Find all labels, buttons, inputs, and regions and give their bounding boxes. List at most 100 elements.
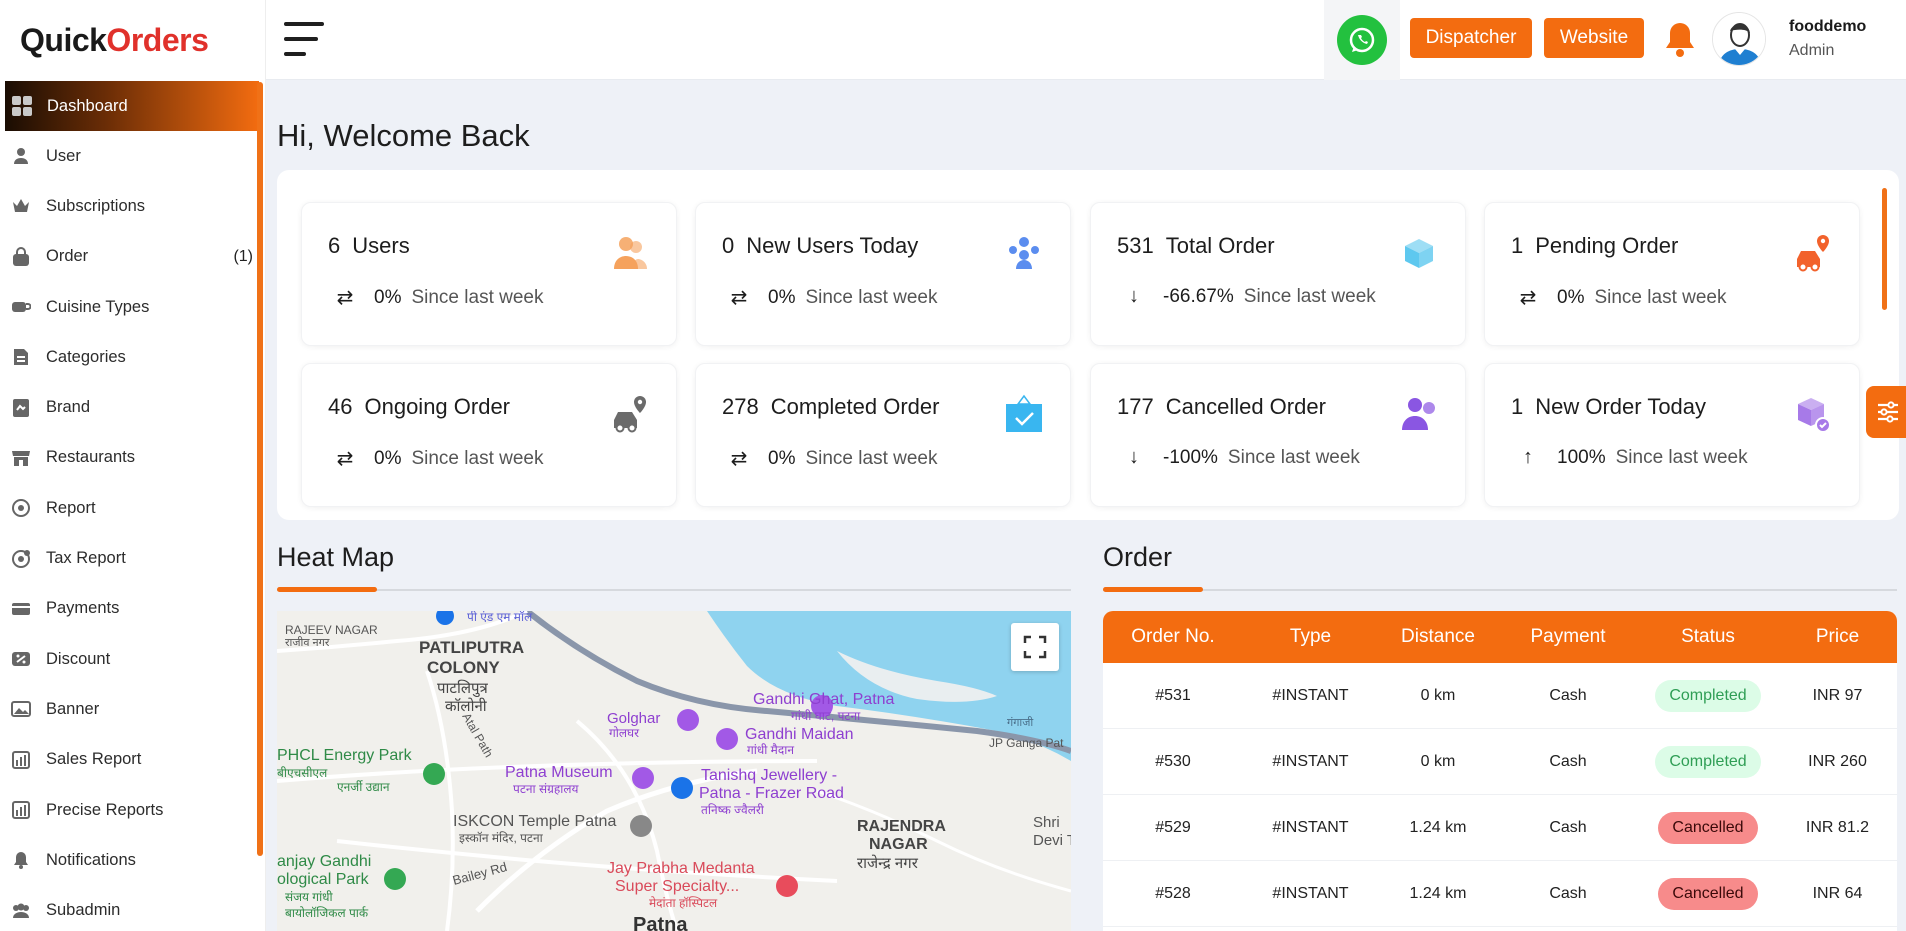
sidebar-item-subscriptions[interactable]: Subscriptions (0, 181, 265, 231)
sidebar-item-payments[interactable]: Payments (0, 584, 265, 634)
cell-no: #530 (1155, 752, 1191, 770)
map-label: PHCL Energy Park (277, 747, 412, 764)
check-box-icon (1004, 394, 1044, 434)
stat-trend: ⇄ 0% Since last week (728, 446, 938, 471)
table-row[interactable]: #529 #INSTANT 1.24 km Cash Cancelled INR 81.2 (1103, 795, 1897, 861)
sidebar-item-cuisine-types[interactable]: Cuisine Types (0, 282, 265, 332)
sidebar-item-label: Cuisine Types (46, 297, 150, 316)
map-label: NAGAR (869, 836, 928, 853)
sidebar-item-order[interactable]: Order (1) (0, 232, 265, 282)
map-label: Devi Ten (1033, 832, 1071, 849)
website-button[interactable]: Website (1544, 18, 1644, 58)
stat-value: 1 (1511, 233, 1524, 258)
sidebar-item-restaurants[interactable]: Restaurants (0, 433, 265, 483)
avatar[interactable] (1712, 12, 1766, 66)
sidebar-item-label: Restaurants (46, 448, 135, 467)
stat-card[interactable]: 177 Cancelled Order ↓ -100% Since last we… (1090, 363, 1466, 507)
map-label: पी एंड एम मॉल (467, 611, 533, 624)
trend-since: Since last week (411, 286, 544, 308)
users-group-icon (10, 900, 32, 922)
sidebar-item-user[interactable]: User (0, 131, 265, 181)
sidebar-item-discount[interactable]: Discount (0, 634, 265, 684)
map-label: Jay Prabha Medanta (607, 860, 755, 877)
categories-icon (10, 346, 32, 368)
column-header[interactable]: Payment (1498, 626, 1638, 648)
menu-toggle-icon[interactable] (284, 22, 324, 56)
sidebar-item-label: Notifications (46, 850, 136, 869)
stat-card[interactable]: 46 Ongoing Order ⇄ 0% Since last week (301, 363, 677, 507)
fullscreen-icon[interactable] (1011, 623, 1059, 671)
dispatcher-button[interactable]: Dispatcher (1410, 18, 1532, 58)
trend-percent: -66.67% (1163, 285, 1234, 307)
box-icon (1399, 233, 1439, 273)
cell-type: #INSTANT (1272, 752, 1349, 770)
map-label: इस्कॉन मंदिर, पटना (459, 831, 543, 845)
column-header[interactable]: Order No. (1103, 626, 1243, 648)
stat-card-title: 278 Completed Order (722, 394, 939, 420)
sidebar-item-precise-reports[interactable]: Precise Reports (0, 785, 265, 835)
column-header[interactable]: Status (1638, 626, 1778, 648)
map-label: बीएचसीएल (277, 766, 328, 780)
stat-trend: ↑ 100% Since last week (1517, 446, 1748, 469)
stat-card[interactable]: 1 Pending Order ⇄ 0% Since last week (1484, 202, 1860, 346)
cell-price: INR 64 (1812, 884, 1863, 902)
sidebar-item-label: Subscriptions (46, 196, 146, 215)
stats-scrollbar[interactable] (1882, 188, 1887, 310)
sidebar-item-tax-report[interactable]: Tax Report (0, 533, 265, 583)
map-label: Tanishq Jewellery - (701, 767, 838, 784)
car-pin-icon (1793, 233, 1833, 273)
cell-distance: 1.24 km (1409, 818, 1467, 836)
trend-since: Since last week (805, 286, 938, 308)
sidebar-item-subadmin[interactable]: Subadmin (0, 885, 265, 931)
sidebar-item-label: Tax Report (46, 549, 126, 568)
map-label: Golghar (607, 710, 661, 727)
column-header[interactable]: Distance (1378, 626, 1498, 648)
stat-value: 531 (1117, 233, 1154, 258)
status-badge: Completed (1655, 745, 1761, 778)
cell-price: INR 81.2 (1805, 818, 1870, 836)
cup-icon (10, 296, 32, 318)
car-pin-icon (610, 394, 650, 434)
stat-card[interactable]: 0 New Users Today ⇄ 0% Since last week (695, 202, 1071, 346)
stat-value: 177 (1117, 394, 1154, 419)
trend-since: Since last week (1594, 286, 1727, 308)
sidebar-item-dashboard[interactable]: Dashboard (5, 81, 259, 131)
table-row[interactable]: #530 #INSTANT 0 km Cash Completed INR 260 (1103, 729, 1897, 795)
stat-card[interactable]: 278 Completed Order ⇄ 0% Since last week (695, 363, 1071, 507)
cell-no: #528 (1155, 884, 1191, 902)
map-label: JP Ganga Pat (989, 736, 1064, 750)
table-row[interactable]: #528 #INSTANT 1.24 km Cash Cancelled INR 64 (1103, 861, 1897, 927)
sidebar-item-categories[interactable]: Categories (0, 332, 265, 382)
whatsapp-icon[interactable] (1337, 15, 1387, 65)
settings-sliders-icon[interactable] (1866, 386, 1906, 438)
cell-distance: 0 km (1420, 752, 1456, 770)
cell-status: Completed (1638, 679, 1778, 712)
stat-card[interactable]: 6 Users ⇄ 0% Since last week (301, 202, 677, 346)
image-icon (10, 698, 32, 720)
map-label: COLONY (427, 658, 500, 677)
order-count-badge: (1) (233, 247, 253, 265)
sidebar-item-sales-report[interactable]: Sales Report (0, 735, 265, 785)
column-header[interactable]: Price (1778, 626, 1897, 648)
stat-value: 0 (722, 233, 735, 258)
map-label: गांधी घाट, पटना (791, 709, 861, 723)
sidebar-item-notifications[interactable]: Notifications (0, 835, 265, 885)
stat-label: Total Order (1165, 233, 1275, 258)
stat-card[interactable]: 531 Total Order ↓ -66.67% Since last week (1090, 202, 1466, 346)
sidebar-scrollbar[interactable] (257, 82, 263, 856)
store-icon (10, 447, 32, 469)
sidebar-item-banner[interactable]: Banner (0, 684, 265, 734)
table-row[interactable]: #531 #INSTANT 0 km Cash Completed INR 97 (1103, 663, 1897, 729)
box-check-icon (1793, 394, 1833, 434)
brand-logo[interactable]: QuickOrders (0, 0, 265, 80)
notification-bell-icon[interactable] (1663, 20, 1697, 58)
stat-card[interactable]: 1 New Order Today ↑ 100% Since last week (1484, 363, 1860, 507)
column-header[interactable]: Type (1243, 626, 1378, 648)
stat-card-title: 177 Cancelled Order (1117, 394, 1326, 420)
map-label: Patna - Frazer Road (699, 785, 844, 802)
heat-map[interactable]: पी एंड एम मॉल RAJEEV NAGAR राजीव नगर PATLIP… (277, 611, 1071, 931)
sidebar-item-brand[interactable]: Brand (0, 382, 265, 432)
sidebar-item-report[interactable]: Report (0, 483, 265, 533)
stat-card-title: 0 New Users Today (722, 233, 918, 259)
sales-report-icon (10, 749, 32, 771)
